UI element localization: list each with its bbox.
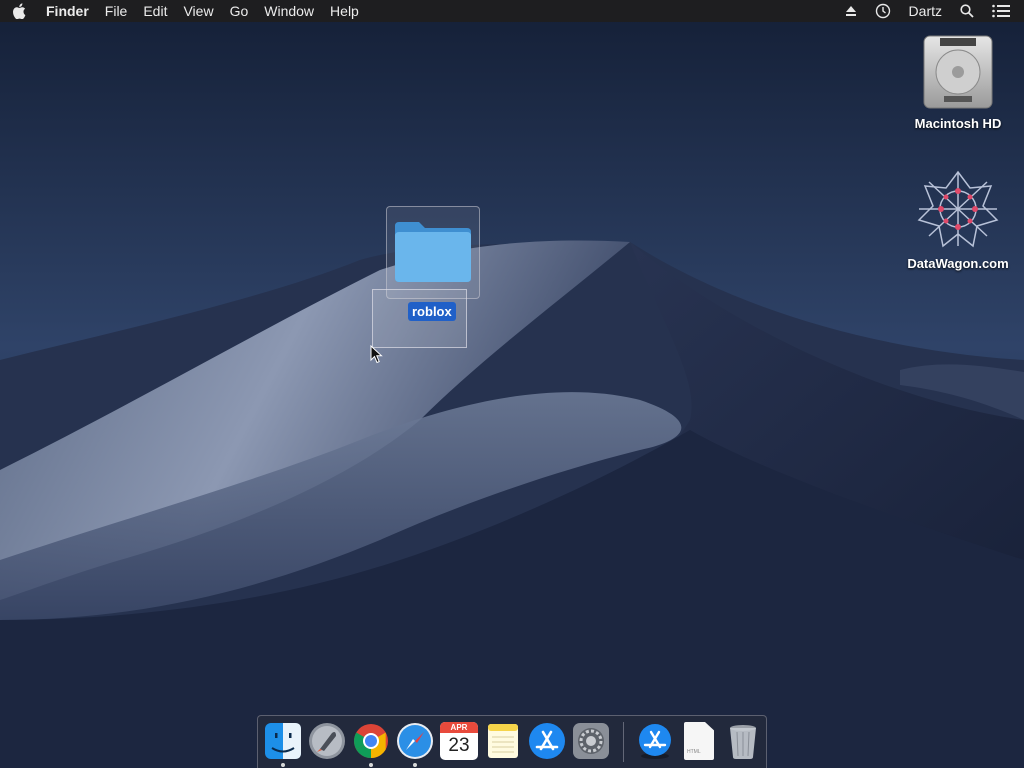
- dock-separator: [623, 722, 624, 762]
- calendar-month: APR: [440, 722, 478, 733]
- system-preferences-icon[interactable]: [572, 722, 610, 760]
- notes-icon[interactable]: [484, 722, 522, 760]
- menu-bar: Finder File Edit View Go Window Help Dar…: [0, 0, 1024, 22]
- launchpad-icon[interactable]: [308, 722, 346, 760]
- html-document-icon[interactable]: HTML: [684, 722, 714, 760]
- mouse-cursor-icon: [370, 345, 383, 364]
- desktop-icon-datawagon[interactable]: DataWagon.com: [898, 168, 1018, 271]
- desktop-icon-label: Macintosh HD: [914, 116, 1002, 131]
- app-store-folder-icon[interactable]: [636, 722, 674, 760]
- dock: APR 23 HTML: [257, 715, 767, 768]
- desktop-icon-label: DataWagon.com: [907, 256, 1009, 271]
- running-indicator: [413, 763, 417, 767]
- app-store-icon[interactable]: [528, 722, 566, 760]
- calendar-icon[interactable]: APR 23: [440, 722, 478, 760]
- desktop-icon-macintosh-hd[interactable]: Macintosh HD: [898, 32, 1018, 131]
- menu-finder[interactable]: Finder: [42, 0, 97, 22]
- user-name[interactable]: Dartz: [900, 0, 951, 22]
- menu-edit[interactable]: Edit: [135, 0, 175, 22]
- running-indicator: [369, 763, 373, 767]
- running-indicator: [281, 763, 285, 767]
- hard-drive-icon: [923, 35, 993, 109]
- datawagon-logo-icon: [917, 170, 999, 248]
- dragged-folder[interactable]: [386, 206, 480, 299]
- desktop-wallpaper: [0, 0, 1024, 768]
- apple-icon[interactable]: [12, 3, 42, 19]
- menu-file[interactable]: File: [97, 0, 136, 22]
- menu-window[interactable]: Window: [256, 0, 322, 22]
- time-machine-icon[interactable]: [866, 0, 900, 22]
- calendar-day: 23: [448, 735, 470, 756]
- folder-name-label[interactable]: roblox: [408, 302, 456, 321]
- finder-icon[interactable]: [264, 722, 302, 760]
- chrome-icon[interactable]: [352, 722, 390, 760]
- file-type-tag: HTML: [687, 749, 701, 755]
- eject-icon[interactable]: [836, 0, 866, 22]
- menu-help[interactable]: Help: [322, 0, 367, 22]
- trash-icon[interactable]: [724, 722, 762, 760]
- menu-view[interactable]: View: [175, 0, 221, 22]
- list-icon[interactable]: [983, 0, 1024, 22]
- safari-icon[interactable]: [396, 722, 434, 760]
- folder-icon: [395, 222, 471, 282]
- search-icon[interactable]: [951, 0, 983, 22]
- menu-go[interactable]: Go: [222, 0, 257, 22]
